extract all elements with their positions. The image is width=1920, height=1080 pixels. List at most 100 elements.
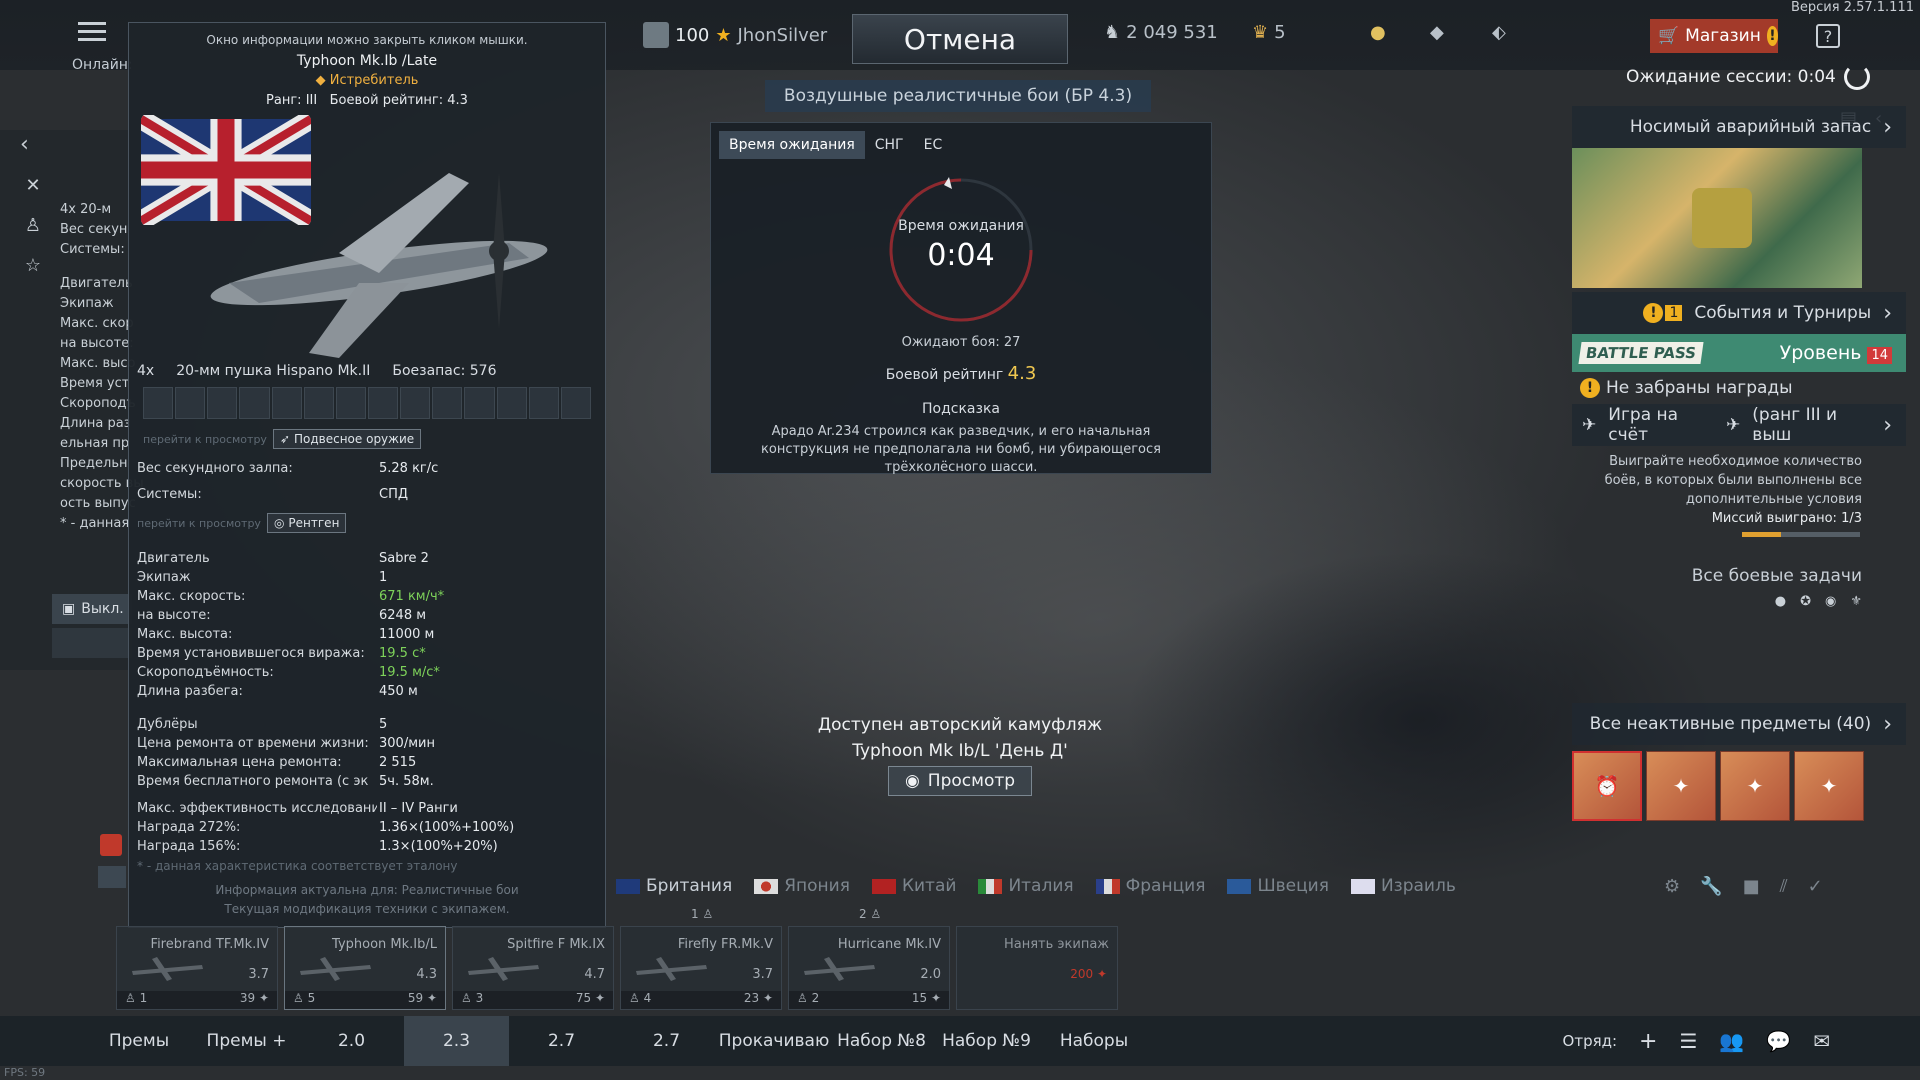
plus-icon[interactable]: + — [1639, 1029, 1657, 1054]
play-for-header[interactable]: ✈ Игра на счёт ✈ (ранг III и выш › — [1572, 404, 1906, 446]
inactive-items-header[interactable]: Все неактивные предметы (40) › — [1572, 703, 1906, 745]
gear-icon[interactable]: ⚙ — [1664, 876, 1680, 897]
star-box-icon[interactable]: ☆ — [18, 250, 48, 280]
chevron-right-icon: › — [1883, 412, 1892, 438]
suspended-weapons-button[interactable]: ➶ Подвесное оружие — [272, 429, 422, 449]
tab-italy[interactable]: Италия — [978, 876, 1074, 896]
booster-item[interactable]: ✦ — [1646, 751, 1716, 821]
wait-time-label: Время ожидания — [898, 218, 1024, 234]
slot-br: 4.7 — [584, 967, 605, 982]
vehicle-info-panel[interactable]: Окно информации можно закрыть кликом мыш… — [128, 22, 606, 928]
square-icon[interactable]: ■ — [1743, 876, 1760, 897]
preset-tab[interactable]: Набор №8 — [829, 1016, 934, 1066]
stat-value: 671 км/ч* — [379, 589, 445, 604]
left-panel-back[interactable]: ‹ — [20, 132, 29, 157]
tab-britain[interactable]: Британия — [616, 876, 732, 896]
radio-icon[interactable]: ◉ — [1825, 594, 1836, 609]
tab-wait-time[interactable]: Время ожидания — [719, 131, 865, 159]
vehicle-slot[interactable]: Spitfire F Mk.IX 4.7 ♙ 3 75 ✦ — [452, 926, 614, 1010]
left-panel-button[interactable] — [52, 628, 132, 658]
xray-row: перейти к просмотру ◎ Рентген — [137, 513, 347, 533]
wings-icon[interactable]: ⚜ — [1850, 594, 1862, 609]
salvo-value: 5.28 кг/с — [379, 461, 439, 476]
tab-china[interactable]: Китай — [871, 876, 956, 896]
help-button[interactable]: ? — [1816, 24, 1840, 48]
player-info[interactable]: 100 ★ JhonSilver — [643, 22, 827, 48]
alert-icon[interactable] — [100, 834, 122, 856]
mail-icon[interactable]: ✉ — [1813, 1029, 1830, 1053]
all-tasks-link[interactable]: Все боевые задачи — [1572, 567, 1906, 586]
toggle-off-button[interactable]: ▣ Выкл. — [52, 594, 132, 624]
tab-eu[interactable]: ЕС — [914, 131, 953, 159]
chevron-up-icon[interactable] — [98, 866, 126, 888]
tab-sweden[interactable]: Швеция — [1227, 876, 1329, 896]
flag-icon — [871, 878, 896, 894]
chat-icon[interactable]: 💬 — [1766, 1029, 1791, 1053]
preset-tab[interactable]: 2.0 — [299, 1016, 404, 1066]
tab-israel[interactable]: Израиль — [1350, 876, 1456, 896]
slot-crew-number: 2 — [859, 907, 867, 921]
nation-label: Британия — [646, 876, 733, 896]
preset-tab[interactable]: Премы + — [194, 1016, 299, 1066]
economy-value: 300/мин — [379, 736, 435, 751]
queue-br: Боевой рейтинг 4.3 — [711, 363, 1211, 384]
queue-window[interactable]: Время ожидания СНГ ЕС Время ожидания 0:0… — [710, 122, 1212, 475]
menu-icon[interactable] — [78, 22, 106, 44]
aircraft-icon — [132, 957, 203, 981]
battle-pass-banner[interactable]: BATTLE PASS Уровень 14 — [1572, 334, 1906, 372]
hire-crew-label: Нанять экипаж — [1003, 937, 1109, 952]
emergency-kit-image[interactable] — [1572, 148, 1862, 288]
golden-eagles-balance[interactable]: ♛ 5 — [1252, 22, 1286, 43]
wrench-icon[interactable]: 🔧 — [1700, 876, 1722, 897]
filter-icon[interactable]: ⫽ — [1780, 876, 1788, 897]
preset-tab[interactable]: Набор №9 — [934, 1016, 1039, 1066]
vehicle-slot[interactable]: Firebrand TF.Mk.IV 3.7 ♙ 1 39 ✦ — [116, 926, 278, 1010]
preset-tab[interactable]: Премы — [84, 1016, 194, 1066]
player-level: 100 — [675, 24, 710, 46]
star-circle-icon[interactable]: ✪ — [1800, 594, 1811, 609]
cancel-button[interactable]: Отмена — [852, 14, 1068, 64]
coupon-icon[interactable]: ⬖ — [1492, 22, 1506, 43]
slot-crew-value: 2 — [811, 991, 820, 1005]
booster-item[interactable]: ✦ — [1720, 751, 1790, 821]
preset-tab[interactable]: 2.7 — [614, 1016, 719, 1066]
slot-br: 2.0 — [920, 967, 941, 982]
silver-lions-balance[interactable]: ♞ 2 049 531 — [1104, 22, 1218, 43]
vehicle-slot[interactable]: 1 ♙ Firefly FR.Mk.V 3.7 ♙ 4 23 ✦ — [620, 907, 782, 1010]
shop-button[interactable]: 🛒 Магазин ! — [1650, 19, 1778, 53]
preset-tab[interactable]: Наборы — [1039, 1016, 1149, 1066]
unclaimed-rewards[interactable]: ! Не забраны награды — [1572, 372, 1906, 404]
camo-view-button[interactable]: ◉ Просмотр — [888, 766, 1032, 796]
booster-item[interactable]: ✦ — [1794, 751, 1864, 821]
crew-icon[interactable]: ♙ — [18, 210, 48, 240]
lightbulb-icon[interactable]: ● — [1370, 22, 1386, 43]
tools-icon[interactable]: ✕ — [18, 170, 48, 200]
tab-france[interactable]: Франция — [1095, 876, 1205, 896]
preset-tab[interactable]: 2.7 — [509, 1016, 614, 1066]
battle-pass-level: Уровень 14 — [1780, 342, 1892, 364]
preset-tab[interactable]: Прокачиваю — [719, 1016, 830, 1066]
check-icon[interactable]: ✓ — [1808, 876, 1823, 897]
tab-japan[interactable]: Япония — [754, 876, 850, 896]
xray-button[interactable]: ◎ Рентген — [266, 513, 347, 533]
tab-cis[interactable]: СНГ — [865, 131, 914, 159]
close-hint: Окно информации можно закрыть кликом мыш… — [206, 33, 528, 47]
booster-item[interactable]: ⏰ — [1572, 751, 1642, 821]
emergency-kit-header[interactable]: Носимый аварийный запас › — [1572, 106, 1906, 148]
diamond-icon[interactable]: ◆ — [1430, 22, 1444, 43]
vehicle-slot[interactable]: 2 ♙ Hurricane Mk.IV 2.0 ♙ 2 15 ✦ — [788, 907, 950, 1010]
dot-icon[interactable]: ● — [1775, 594, 1786, 609]
list-icon[interactable]: ☰ — [1679, 1029, 1697, 1053]
slot-crew: ♙ 3 — [461, 991, 484, 1005]
slot-cost-value: 39 — [239, 991, 256, 1005]
eagle-icon: ♛ — [1252, 22, 1269, 43]
shop-label: Магазин — [1685, 26, 1761, 46]
stat-value: 19.5 м/с* — [379, 665, 440, 680]
vehicle-slot[interactable]: Typhoon Mk.Ib/L 4.3 ♙ 5 59 ✦ — [284, 926, 446, 1010]
friends-icon[interactable]: 👥 — [1719, 1029, 1744, 1053]
missions-progress-fill — [1742, 532, 1781, 537]
preset-tab[interactable]: 2.3 — [404, 1016, 509, 1066]
events-header[interactable]: ! 1 События и Турниры › — [1572, 292, 1906, 334]
game-mode-label[interactable]: Воздушные реалистичные бои (БР 4.3) — [765, 80, 1151, 112]
hire-crew-slot[interactable]: Нанять экипаж 200 ✦ — [956, 926, 1118, 1010]
